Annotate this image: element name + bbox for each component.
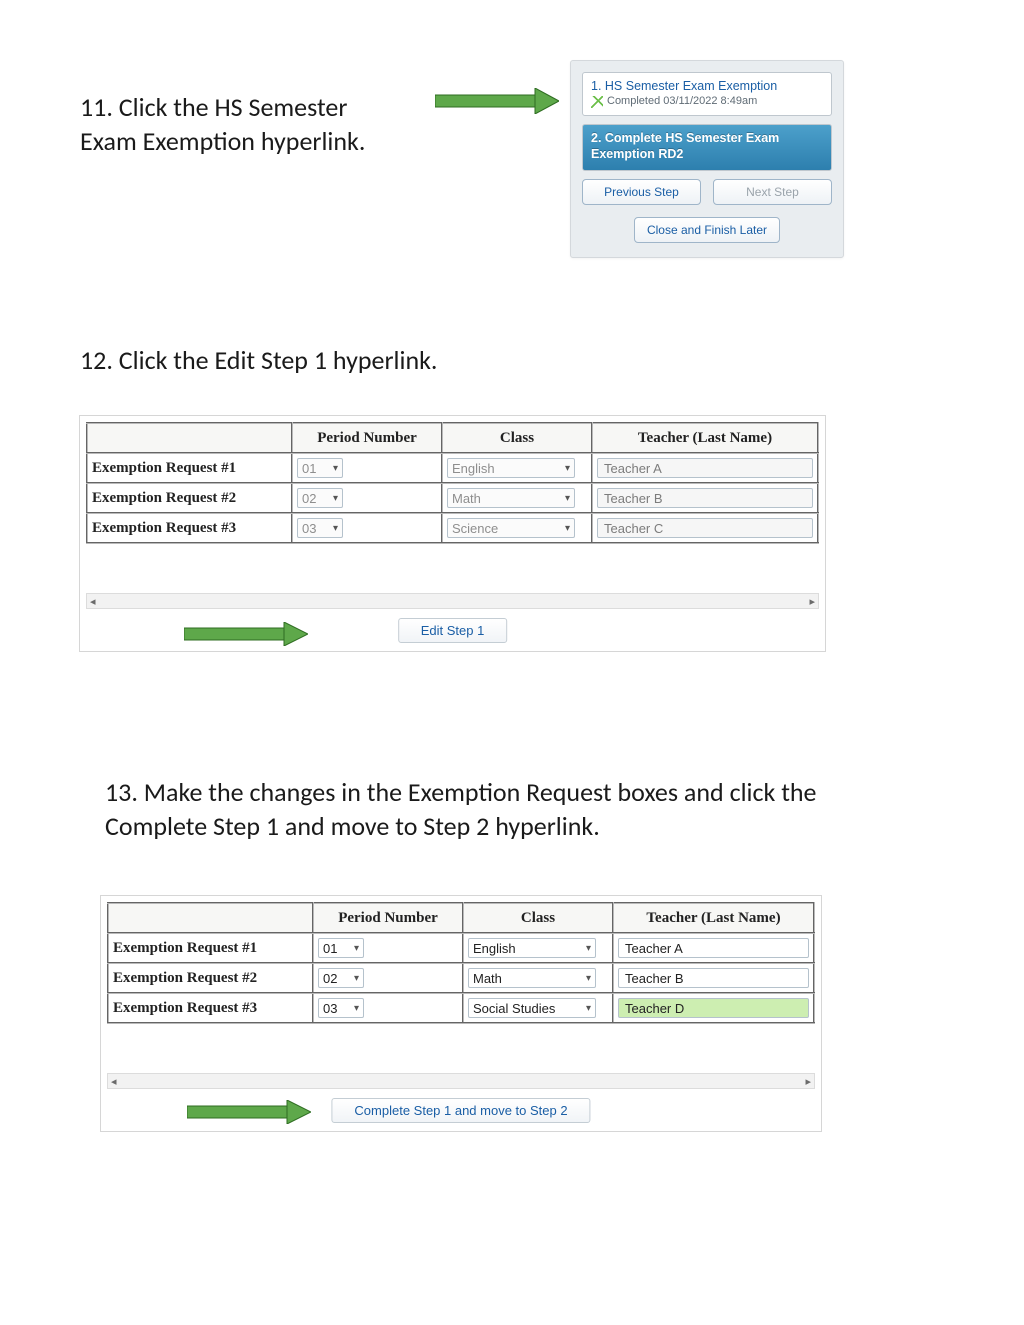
chevron-down-icon: ▾	[333, 463, 338, 474]
arrow-icon	[435, 88, 559, 114]
class-select: English▾	[447, 458, 575, 478]
row-label: Exemption Request #1	[108, 933, 313, 963]
horizontal-scrollbar[interactable]: ◂ ▸	[86, 593, 819, 609]
table-header: Class	[463, 903, 613, 933]
nav-step-1-subtitle: Completed 03/11/2022 8:49am	[607, 95, 757, 107]
table-header	[108, 903, 313, 933]
step-nav-panel: 1. HS Semester Exam Exemption Completed …	[570, 60, 844, 258]
arrow-icon	[187, 1100, 311, 1124]
chevron-down-icon: ▾	[354, 1003, 359, 1014]
class-select[interactable]: English▾	[468, 938, 596, 958]
period-select[interactable]: 01▾	[318, 938, 364, 958]
complete-step-1-button[interactable]: Complete Step 1 and move to Step 2	[331, 1098, 590, 1123]
nav-step-2-title: 2. Complete HS Semester Exam Exemption R…	[591, 131, 779, 161]
nav-step-1-title: 1. HS Semester Exam Exemption	[591, 79, 823, 93]
period-select: 02▾	[297, 488, 343, 508]
chevron-down-icon: ▾	[565, 493, 570, 504]
period-select[interactable]: 02▾	[318, 968, 364, 988]
table-row: Exemption Request #2 02▾ Math▾ Teacher B	[108, 963, 814, 993]
class-select[interactable]: Social Studies▾	[468, 998, 596, 1018]
row-label: Exemption Request #3	[108, 993, 313, 1023]
instruction-step-11: 11. Click the HS Semester Exam Exemption…	[80, 90, 390, 158]
row-label: Exemption Request #3	[87, 513, 292, 543]
instruction-step-13: 13. Make the changes in the Exemption Re…	[105, 775, 835, 843]
teacher-field[interactable]: Teacher B	[618, 968, 809, 988]
exemption-table-readonly: Period Number Class Teacher (Last Name) …	[79, 415, 826, 652]
table-header: Teacher (Last Name)	[613, 903, 814, 933]
horizontal-scrollbar[interactable]: ◂ ▸	[107, 1073, 815, 1089]
teacher-field[interactable]: Teacher D	[618, 998, 809, 1018]
table-row: Exemption Request #3 03▾ Science▾ Teache…	[87, 513, 818, 543]
table-header: Period Number	[313, 903, 463, 933]
chevron-down-icon: ▾	[565, 463, 570, 474]
teacher-field: Teacher A	[597, 458, 813, 478]
period-select[interactable]: 03▾	[318, 998, 364, 1018]
class-select: Math▾	[447, 488, 575, 508]
nav-step-1[interactable]: 1. HS Semester Exam Exemption Completed …	[582, 72, 832, 116]
table-header: Teacher (Last Name)	[592, 423, 818, 453]
scroll-left-icon[interactable]: ◂	[90, 595, 96, 608]
period-select: 01▾	[297, 458, 343, 478]
teacher-field: Teacher B	[597, 488, 813, 508]
chevron-down-icon: ▾	[586, 943, 591, 954]
chevron-down-icon: ▾	[586, 973, 591, 984]
row-label: Exemption Request #2	[87, 483, 292, 513]
previous-step-button[interactable]: Previous Step	[582, 179, 701, 205]
class-select: Science▾	[447, 518, 575, 538]
instruction-step-12: 12. Click the Edit Step 1 hyperlink.	[80, 343, 680, 377]
scroll-right-icon[interactable]: ▸	[809, 595, 815, 608]
table-row: Exemption Request #1 01▾ English▾ Teache…	[87, 453, 818, 483]
table-header	[87, 423, 292, 453]
edit-step-1-button[interactable]: Edit Step 1	[398, 618, 508, 643]
close-finish-later-button[interactable]: Close and Finish Later	[634, 217, 780, 243]
chevron-down-icon: ▾	[586, 1003, 591, 1014]
table-row: Exemption Request #3 03▾ Social Studies▾…	[108, 993, 814, 1023]
chevron-down-icon: ▾	[565, 523, 570, 534]
row-label: Exemption Request #2	[108, 963, 313, 993]
checkmark-icon	[591, 96, 603, 108]
row-label: Exemption Request #1	[87, 453, 292, 483]
exemption-table-editable: Period Number Class Teacher (Last Name) …	[100, 895, 822, 1132]
scroll-right-icon[interactable]: ▸	[805, 1075, 811, 1088]
chevron-down-icon: ▾	[354, 943, 359, 954]
nav-step-2[interactable]: 2. Complete HS Semester Exam Exemption R…	[582, 124, 832, 171]
next-step-button: Next Step	[713, 179, 832, 205]
chevron-down-icon: ▾	[333, 523, 338, 534]
teacher-field: Teacher C	[597, 518, 813, 538]
class-select[interactable]: Math▾	[468, 968, 596, 988]
table-header: Class	[442, 423, 592, 453]
table-row: Exemption Request #1 01▾ English▾ Teache…	[108, 933, 814, 963]
period-select: 03▾	[297, 518, 343, 538]
chevron-down-icon: ▾	[354, 973, 359, 984]
chevron-down-icon: ▾	[333, 493, 338, 504]
table-header: Period Number	[292, 423, 442, 453]
arrow-icon	[184, 622, 308, 646]
teacher-field[interactable]: Teacher A	[618, 938, 809, 958]
scroll-left-icon[interactable]: ◂	[111, 1075, 117, 1088]
table-row: Exemption Request #2 02▾ Math▾ Teacher B	[87, 483, 818, 513]
